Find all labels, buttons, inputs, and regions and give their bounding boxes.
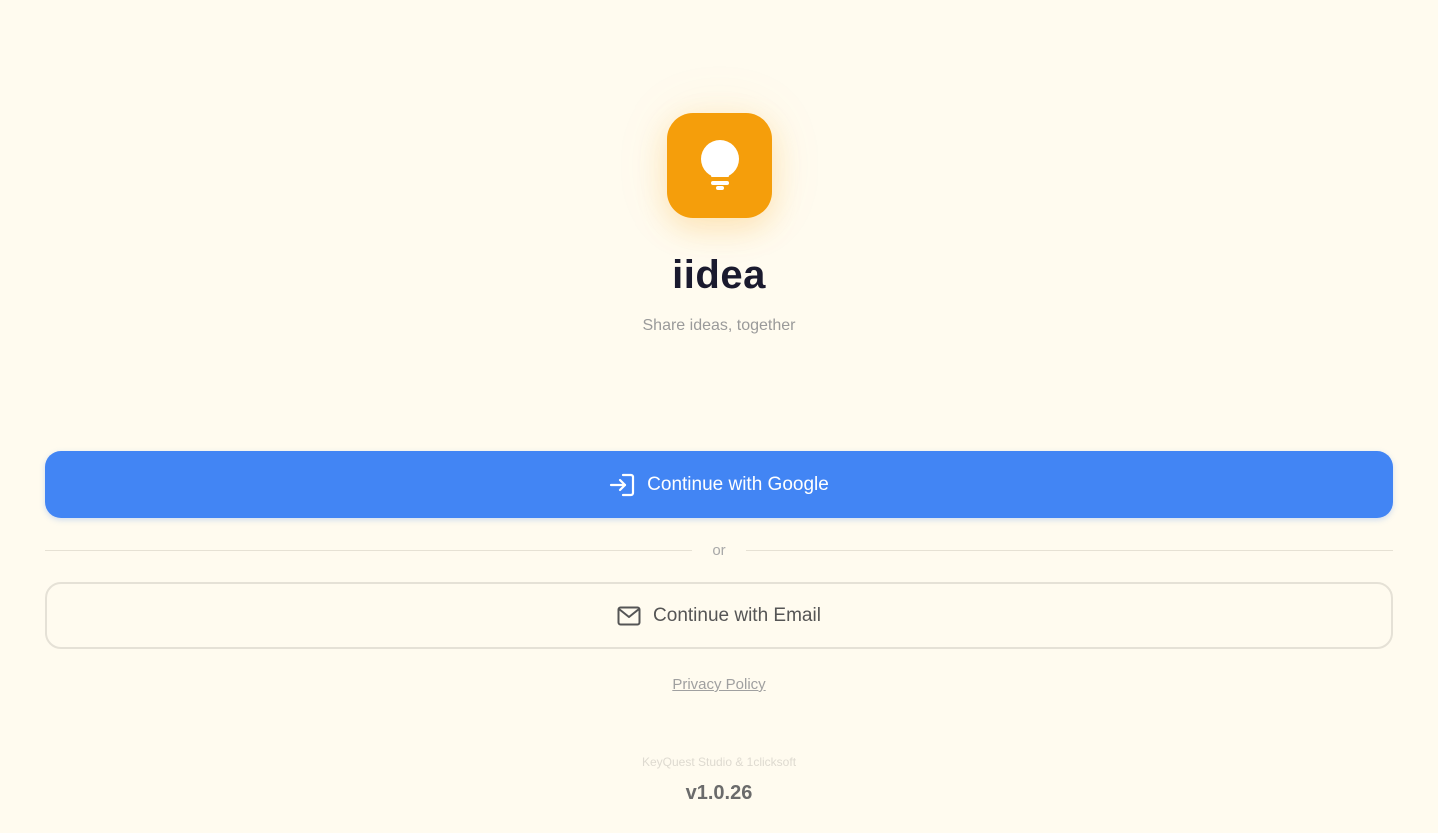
app-logo <box>667 113 772 218</box>
login-page: iidea Share ideas, together Continue wit… <box>0 0 1438 833</box>
credits-text: KeyQuest Studio & 1clicksoft <box>641 755 797 769</box>
or-divider: or <box>45 540 1393 560</box>
version-label: v1.0.26 <box>685 782 753 804</box>
sign-in-icon <box>610 473 635 496</box>
divider-line-right <box>746 549 1393 551</box>
divider-label: or <box>712 541 726 559</box>
app-title: iidea <box>672 253 766 297</box>
app-tagline: Share ideas, together <box>642 317 796 334</box>
continue-with-google-button[interactable]: Continue with Google <box>45 451 1393 518</box>
lightbulb-icon <box>700 139 739 190</box>
continue-with-google-label: Continue with Google <box>647 473 829 495</box>
divider-line-left <box>45 549 692 551</box>
mail-icon <box>617 606 641 625</box>
privacy-policy-link[interactable]: Privacy Policy <box>672 676 765 693</box>
continue-with-email-button[interactable]: Continue with Email <box>45 582 1393 649</box>
privacy-policy-row: Privacy Policy <box>0 675 1438 695</box>
continue-with-email-label: Continue with Email <box>653 604 821 626</box>
